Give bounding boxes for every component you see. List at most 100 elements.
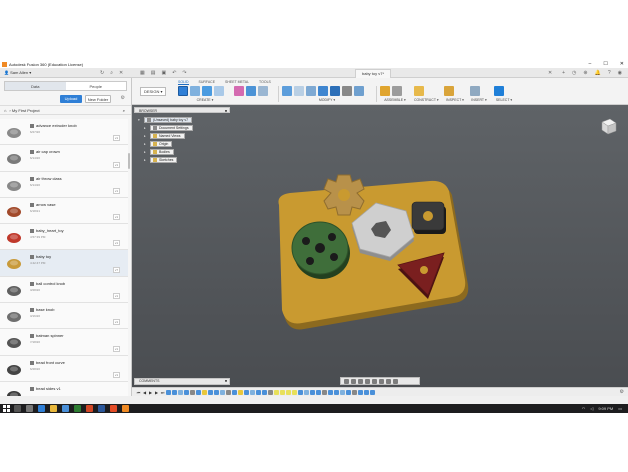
timeline-settings-icon[interactable]: ⚙ [620, 389, 624, 395]
excel-icon[interactable] [74, 405, 81, 412]
timeline-feature[interactable] [250, 389, 255, 395]
new-folder-button[interactable]: New Folder [85, 95, 111, 103]
upload-button[interactable]: Upload [60, 95, 82, 103]
tree-item[interactable]: ▸ Sketches [144, 156, 193, 163]
file-list-item[interactable]: arrow vase 6/18/21 v1 [0, 197, 128, 225]
refresh-icon[interactable]: ↻ [100, 68, 104, 78]
user-menu[interactable]: 👤 Sam Allen ▾ [4, 68, 31, 78]
timeline-feature[interactable] [256, 389, 261, 395]
timeline-feature[interactable] [172, 389, 177, 395]
account-avatar[interactable]: ◉ [618, 68, 622, 78]
maximize-icon[interactable]: ☐ [603, 61, 607, 68]
select-icon[interactable] [494, 86, 504, 96]
timeline-feature[interactable] [322, 389, 327, 395]
timeline-feature[interactable] [214, 389, 219, 395]
orbit-icon[interactable] [344, 378, 349, 384]
combine-icon[interactable] [330, 86, 340, 96]
close-icon[interactable]: ✕ [620, 61, 624, 68]
grid-settings-icon[interactable] [386, 378, 391, 384]
revolve-icon[interactable] [214, 86, 224, 96]
timeline-feature[interactable] [310, 389, 315, 395]
file-icon[interactable]: ▤ [151, 68, 156, 78]
toolbar-tab-surface[interactable]: SURFACE [199, 80, 216, 85]
file-list-item[interactable]: baby_heart_toy 4:57:39 PM v1 [0, 224, 128, 251]
move-icon[interactable] [342, 86, 352, 96]
search-icon[interactable] [14, 405, 21, 412]
windows-start-icon[interactable] [3, 405, 10, 412]
version-badge[interactable]: v1 [112, 187, 120, 194]
home-icon[interactable]: ⌂ [4, 108, 6, 113]
version-badge[interactable]: v1 [112, 135, 120, 142]
redo-icon[interactable]: ↷ [182, 68, 186, 78]
volume-icon[interactable]: ◁ [590, 404, 593, 413]
task-view-icon[interactable] [26, 405, 33, 412]
tree-item[interactable]: ▸ Origin [144, 140, 193, 147]
version-badge[interactable]: v1 [112, 293, 120, 300]
fusion-taskbar-icon[interactable] [122, 405, 129, 412]
construct-menu[interactable]: CONSTRUCT ▾ [414, 98, 439, 102]
store-icon[interactable] [62, 405, 69, 412]
zoom-icon[interactable] [365, 378, 370, 384]
extensions-icon[interactable]: ⊕ [583, 68, 587, 78]
offset-plane-icon[interactable] [414, 86, 424, 96]
file-list-item[interactable]: base knob 3/16/20 v1 [0, 303, 128, 330]
edge-icon[interactable] [38, 405, 45, 412]
timeline-feature[interactable] [370, 389, 375, 395]
timeline-feature[interactable] [346, 389, 351, 395]
network-icon[interactable]: ◠ [582, 404, 586, 413]
timeline-feature[interactable] [298, 389, 303, 395]
clock-time[interactable]: 9:09 PM [598, 404, 613, 413]
as-built-joint-icon[interactable] [392, 86, 402, 96]
tab-people[interactable]: People [66, 82, 127, 90]
create-menu[interactable]: CREATE ▾ [178, 98, 232, 102]
timeline-feature[interactable] [196, 389, 201, 395]
fit-icon[interactable] [372, 378, 377, 384]
search-icon[interactable]: ⌕ [123, 106, 125, 115]
file-list-item[interactable]: air cap crown 6/14/20 v1 [0, 145, 128, 172]
tab-data[interactable]: Data [5, 82, 66, 90]
display-settings-icon[interactable] [379, 378, 384, 384]
close-tab-icon[interactable]: ✕ [548, 68, 552, 78]
browser-panel-header[interactable]: BROWSER ■ [134, 107, 230, 113]
tree-item[interactable]: ▸ Bodies [144, 148, 193, 155]
timeline-feature[interactable] [226, 389, 231, 395]
timeline-feature[interactable] [262, 389, 267, 395]
file-list-item[interactable]: air throw class 6/14/20 v1 [0, 171, 128, 198]
go-to-end-icon[interactable]: ⏭ [160, 390, 165, 395]
timeline-feature[interactable] [364, 389, 369, 395]
search-icon[interactable]: ⌕ [110, 68, 113, 78]
grid-menu-icon[interactable]: ▦ [140, 68, 145, 78]
file-explorer-icon[interactable] [50, 405, 57, 412]
create-sketch-icon[interactable] [190, 86, 200, 96]
inspect-menu[interactable]: INSPECT ▾ [444, 98, 466, 102]
browser-pin-icon[interactable]: ■ [225, 108, 227, 114]
toolbar-tab-tools[interactable]: TOOLS [259, 80, 271, 85]
timeline-feature[interactable] [190, 389, 195, 395]
modify-menu[interactable]: MODIFY ▾ [282, 98, 372, 102]
assemble-menu[interactable]: ASSEMBLE ▾ [380, 98, 410, 102]
save-icon[interactable]: ▣ [161, 68, 166, 78]
timeline-feature[interactable] [208, 389, 213, 395]
press-pull-icon[interactable] [282, 86, 292, 96]
chrome-icon[interactable] [110, 405, 117, 412]
timeline-feature[interactable] [202, 389, 207, 395]
timeline-feature[interactable] [232, 389, 237, 395]
measure-icon[interactable] [444, 86, 454, 96]
square-piece[interactable] [411, 201, 446, 234]
powerpoint-icon[interactable] [86, 405, 93, 412]
document-tab[interactable]: baby toy v7* [355, 69, 392, 78]
new-component-icon[interactable] [178, 86, 188, 96]
project-breadcrumb[interactable]: ⌂ › My First Project ⌕ [0, 105, 131, 115]
version-badge[interactable]: v1 [112, 214, 120, 221]
comments-panel[interactable]: COMMENTS ■ [134, 378, 230, 385]
viewcube[interactable] [598, 117, 618, 135]
model-scene[interactable] [132, 105, 628, 387]
look-at-icon[interactable] [351, 378, 356, 384]
insert-menu[interactable]: INSERT ▾ [470, 98, 488, 102]
close-panel-icon[interactable]: ✕ [119, 68, 123, 78]
viewports-icon[interactable] [393, 378, 398, 384]
chamfer-icon[interactable] [306, 86, 316, 96]
joint-icon[interactable] [380, 86, 390, 96]
go-to-start-icon[interactable]: ⏮ [136, 390, 141, 395]
scrollbar[interactable] [128, 153, 130, 169]
